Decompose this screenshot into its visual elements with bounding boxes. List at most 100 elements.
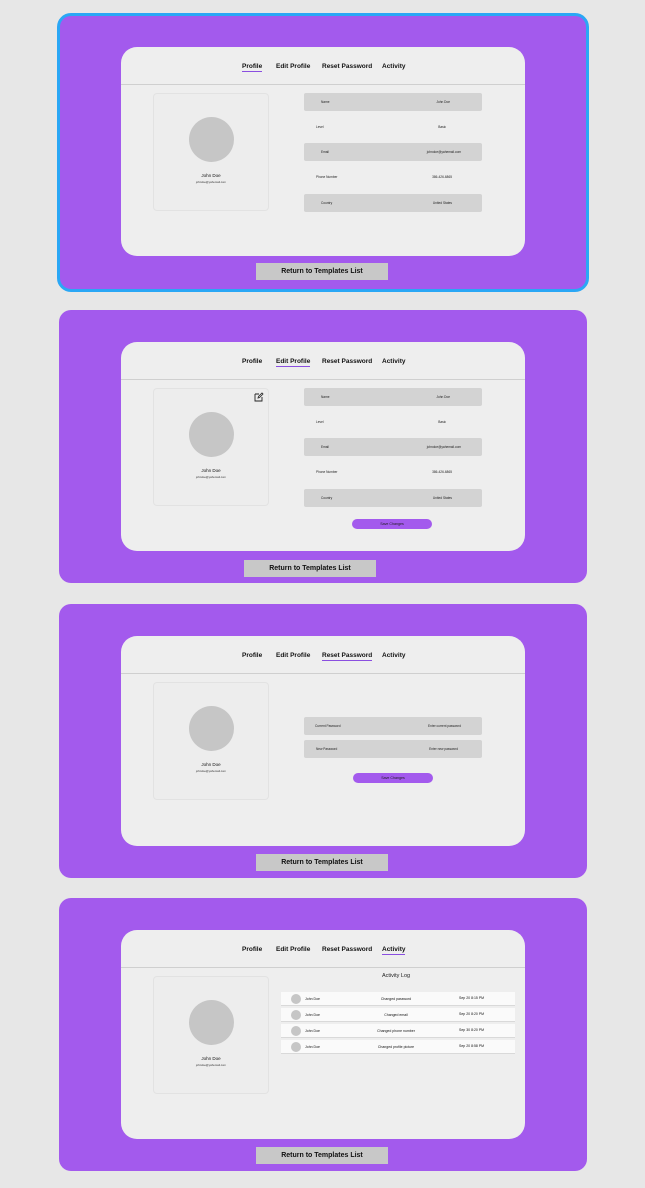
edit-field-name[interactable]: Name John Doe [304, 388, 482, 406]
field-value: 386-426-6865 [432, 470, 452, 474]
avatar [291, 1042, 301, 1052]
activity-time: Sep 20 8:58 PM [459, 1044, 485, 1048]
activity-user: John Doe [305, 997, 320, 1001]
edit-field-phone[interactable]: Phone Number 386-426-6865 [304, 463, 482, 481]
user-email: johndoe@yahemail.com [195, 180, 227, 184]
field-label: Current Password [315, 724, 341, 728]
field-placeholder: Enter current password [428, 724, 461, 728]
avatar [291, 994, 301, 1004]
profile-template-frame[interactable]: Profile Edit Profile Reset Password Acti… [57, 13, 589, 292]
row-value: 386-426-6865 [432, 175, 452, 179]
avatar [291, 1026, 301, 1036]
save-changes-button[interactable]: Save Changes [352, 519, 432, 529]
tab-edit-profile[interactable]: Edit Profile [276, 358, 311, 367]
return-to-templates-button[interactable]: Return to Templates List [256, 263, 388, 280]
tab-activity[interactable]: Activity [382, 358, 405, 365]
row-value: Basic [438, 125, 446, 129]
edit-field-level[interactable]: Level Basic [304, 413, 482, 431]
activity-template-frame[interactable]: Profile Edit Profile Reset Password Acti… [59, 898, 587, 1171]
profile-summary: John Doe johndoe@yahemail.com [153, 388, 269, 506]
edit-icon[interactable] [254, 392, 264, 402]
tab-activity[interactable]: Activity [382, 652, 405, 659]
info-row-name: Name John Doe [304, 93, 482, 111]
profile-summary: John Doe johndoe@yahemail.com [153, 976, 269, 1094]
profile-card: Profile Edit Profile Reset Password Acti… [121, 47, 525, 256]
info-row-email: Email johndoe@yahemail.com [304, 143, 482, 161]
tab-bar: Profile Edit Profile Reset Password Acti… [121, 47, 525, 85]
tab-edit-profile[interactable]: Edit Profile [276, 63, 310, 70]
row-label: Phone Number [316, 175, 338, 179]
activity-log-title: Activity Log [381, 973, 411, 979]
tab-reset-password[interactable]: Reset Password [322, 63, 372, 70]
field-value: johndoe@yahemail.com [426, 445, 461, 449]
activity-user: John Doe [305, 1013, 320, 1017]
field-label: Email [321, 445, 329, 449]
activity-row: John Doe Changed profile picture Sep 20 … [281, 1040, 515, 1054]
field-label: New Password [316, 747, 338, 751]
return-to-templates-button[interactable]: Return to Templates List [256, 854, 388, 871]
info-row-phone: Phone Number 386-426-6865 [304, 168, 482, 186]
field-value: Basic [438, 420, 446, 424]
tab-profile[interactable]: Profile [242, 652, 262, 659]
profile-summary: John Doe johndoe@yahemail.com [153, 682, 269, 800]
edit-profile-card: Profile Edit Profile Reset Password Acti… [121, 342, 525, 551]
activity-action: Changed phone number [377, 1029, 415, 1033]
row-label: Level [316, 125, 324, 129]
edit-field-country[interactable]: Country United States [304, 489, 482, 507]
user-email: johndoe@yahemail.com [195, 475, 227, 479]
tab-profile[interactable]: Profile [242, 63, 263, 72]
activity-action: Changed profile picture [377, 1045, 415, 1049]
save-changes-button[interactable]: Save Changes [353, 773, 433, 783]
tab-activity[interactable]: Activity [382, 63, 405, 70]
activity-time: Sep 20 8:15 PM [459, 996, 485, 1000]
activity-action: Changed password [380, 997, 412, 1001]
activity-row: John Doe Changed email Sep 20 8:20 PM [281, 1008, 515, 1022]
row-value: United States [432, 201, 452, 205]
tab-reset-password[interactable]: Reset Password [322, 946, 372, 953]
tab-reset-password[interactable]: Reset Password [322, 358, 372, 365]
profile-summary: John Doe johndoe@yahemail.com [153, 93, 269, 211]
current-password-field[interactable]: Current Password Enter current password [304, 717, 482, 735]
tab-activity[interactable]: Activity [382, 946, 406, 955]
row-value: johndoe@yahemail.com [426, 150, 461, 154]
avatar[interactable] [189, 412, 234, 457]
info-row-level: Level Basic [304, 118, 482, 136]
return-to-templates-button[interactable]: Return to Templates List [256, 1147, 388, 1164]
tab-bar: Profile Edit Profile Reset Password Acti… [121, 636, 525, 674]
row-label: Email [321, 150, 329, 154]
edit-field-email[interactable]: Email johndoe@yahemail.com [304, 438, 482, 456]
activity-user: John Doe [305, 1045, 320, 1049]
field-value: John Doe [436, 395, 450, 399]
field-label: Phone Number [316, 470, 338, 474]
field-value: United States [432, 496, 452, 500]
row-label: Country [321, 201, 333, 205]
info-row-country: Country United States [304, 194, 482, 212]
activity-row: John Doe Changed password Sep 20 8:15 PM [281, 992, 515, 1006]
user-name: John Doe [201, 468, 221, 473]
tab-bar: Profile Edit Profile Reset Password Acti… [121, 342, 525, 380]
return-to-templates-button[interactable]: Return to Templates List [244, 560, 376, 577]
tab-profile[interactable]: Profile [242, 358, 262, 365]
new-password-field[interactable]: New Password Enter new password [304, 740, 482, 758]
tab-bar: Profile Edit Profile Reset Password Acti… [121, 930, 525, 968]
avatar [189, 1000, 234, 1045]
tab-edit-profile[interactable]: Edit Profile [276, 946, 310, 953]
field-label: Country [321, 496, 333, 500]
activity-user: John Doe [305, 1029, 320, 1033]
tab-reset-password[interactable]: Reset Password [322, 652, 373, 661]
user-name: John Doe [201, 173, 221, 178]
tab-profile[interactable]: Profile [242, 946, 262, 953]
activity-time: Sep 20 8:20 PM [459, 1012, 485, 1016]
user-name: John Doe [201, 762, 221, 767]
edit-profile-template-frame[interactable]: Profile Edit Profile Reset Password Acti… [59, 310, 587, 583]
activity-card: Profile Edit Profile Reset Password Acti… [121, 930, 525, 1139]
avatar [189, 706, 234, 751]
field-label: Name [321, 395, 330, 399]
reset-password-card: Profile Edit Profile Reset Password Acti… [121, 636, 525, 846]
activity-action: Changed email [384, 1013, 408, 1017]
field-label: Level [316, 420, 324, 424]
tab-edit-profile[interactable]: Edit Profile [276, 652, 310, 659]
avatar [291, 1010, 301, 1020]
row-label: Name [321, 100, 330, 104]
reset-password-template-frame[interactable]: Profile Edit Profile Reset Password Acti… [59, 604, 587, 878]
